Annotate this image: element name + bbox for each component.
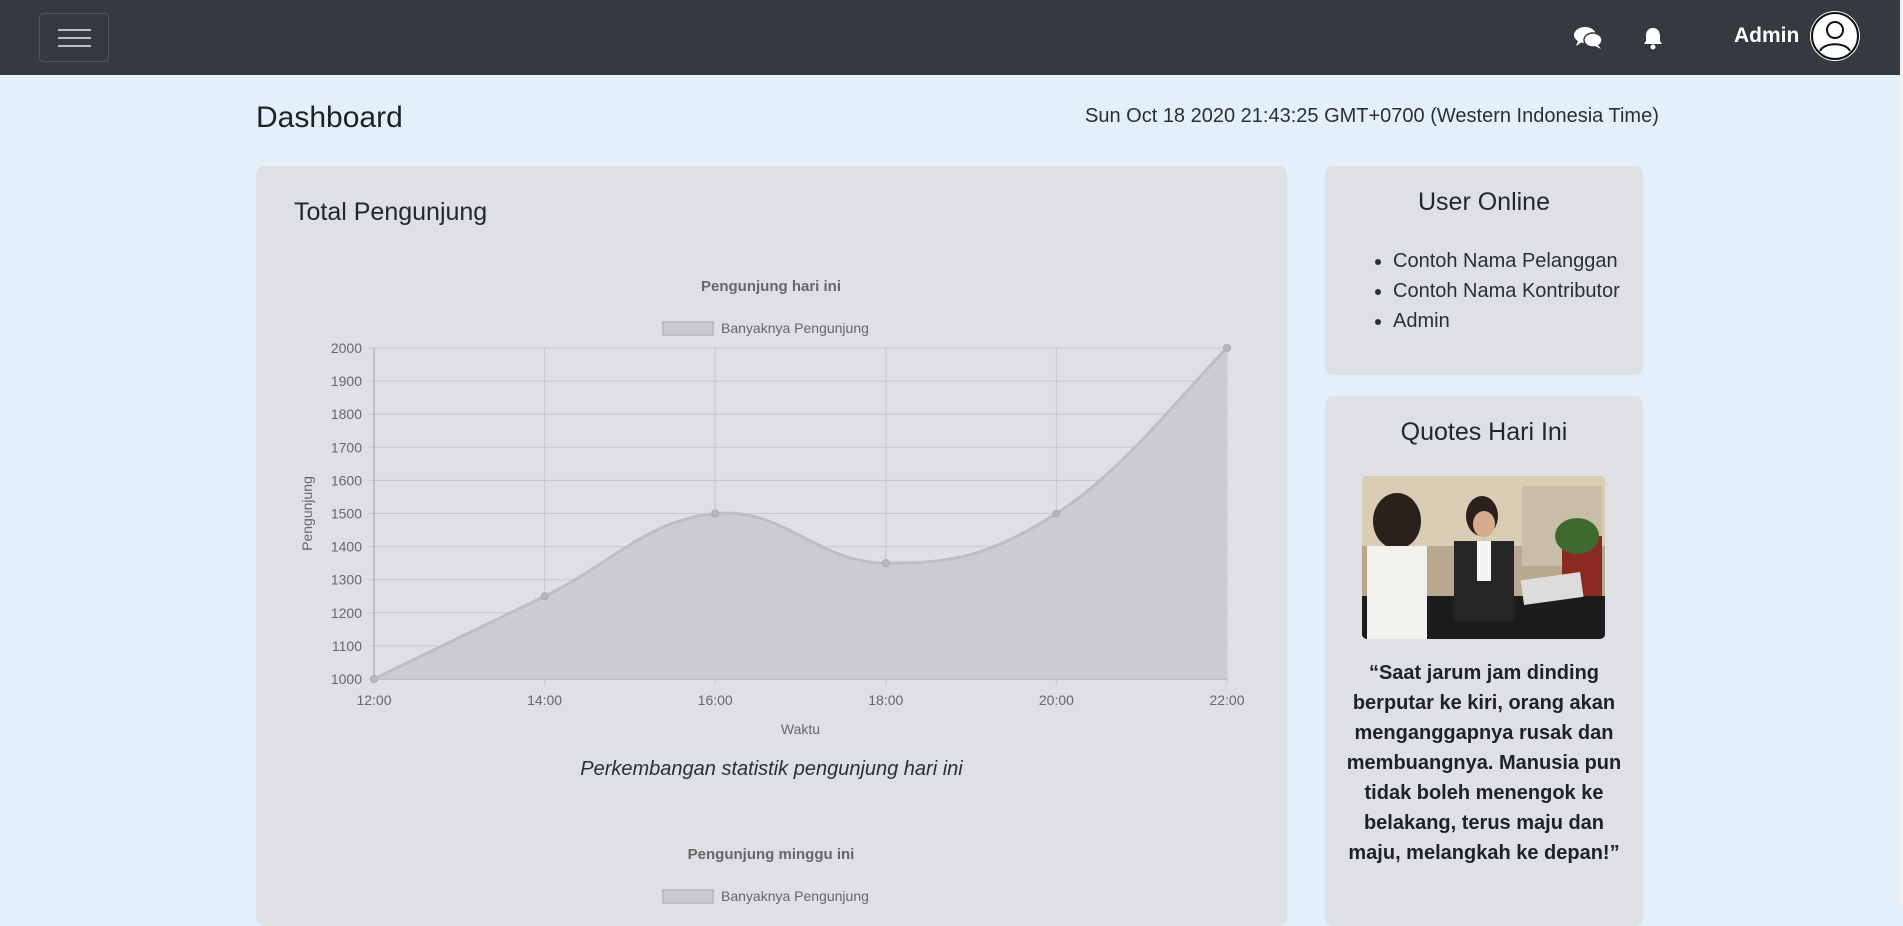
list-item: Admin xyxy=(1393,306,1620,336)
visitor-stats-card: Total Pengunjung Pengunjung hari ini Bany… xyxy=(256,166,1287,926)
users-online-title: User Online xyxy=(1418,188,1550,216)
chat-icon[interactable] xyxy=(1573,26,1603,50)
weekly-legend-swatch[interactable] xyxy=(662,889,714,904)
weekly-chart-header: Pengunjung minggu ini Banyaknya Pengunju… xyxy=(662,846,869,904)
quote-photo xyxy=(1362,476,1605,639)
users-online-list: Contoh Nama Pelanggan Contoh Nama Kontri… xyxy=(1365,246,1620,336)
quotes-title: Quotes Hari Ini xyxy=(1400,418,1568,446)
weekly-legend-label[interactable]: Banyaknya Pengunjung xyxy=(721,888,869,904)
users-online-card: User Online Contoh Nama Pelanggan Contoh… xyxy=(1325,166,1643,375)
user-name[interactable]: Admin xyxy=(1734,24,1799,48)
page-title: Dashboard xyxy=(256,101,403,134)
hamburger-menu-button[interactable] xyxy=(39,13,109,62)
list-item: Contoh Nama Kontributor xyxy=(1393,276,1620,306)
weekly-chart-title: Pengunjung minggu ini xyxy=(688,846,855,863)
quotes-card: Quotes Hari Ini “Saat jarum jam dinding … xyxy=(1325,396,1643,926)
list-item: Contoh Nama Pelanggan xyxy=(1393,246,1620,276)
bell-icon[interactable] xyxy=(1642,26,1664,50)
quote-text: “Saat jarum jam dinding berputar ke kiri… xyxy=(1346,662,1622,864)
top-navbar: Admin xyxy=(0,0,1903,75)
current-datetime: Sun Oct 18 2020 21:43:25 GMT+0700 (Weste… xyxy=(1085,105,1659,127)
user-circle-icon[interactable] xyxy=(1810,11,1860,61)
